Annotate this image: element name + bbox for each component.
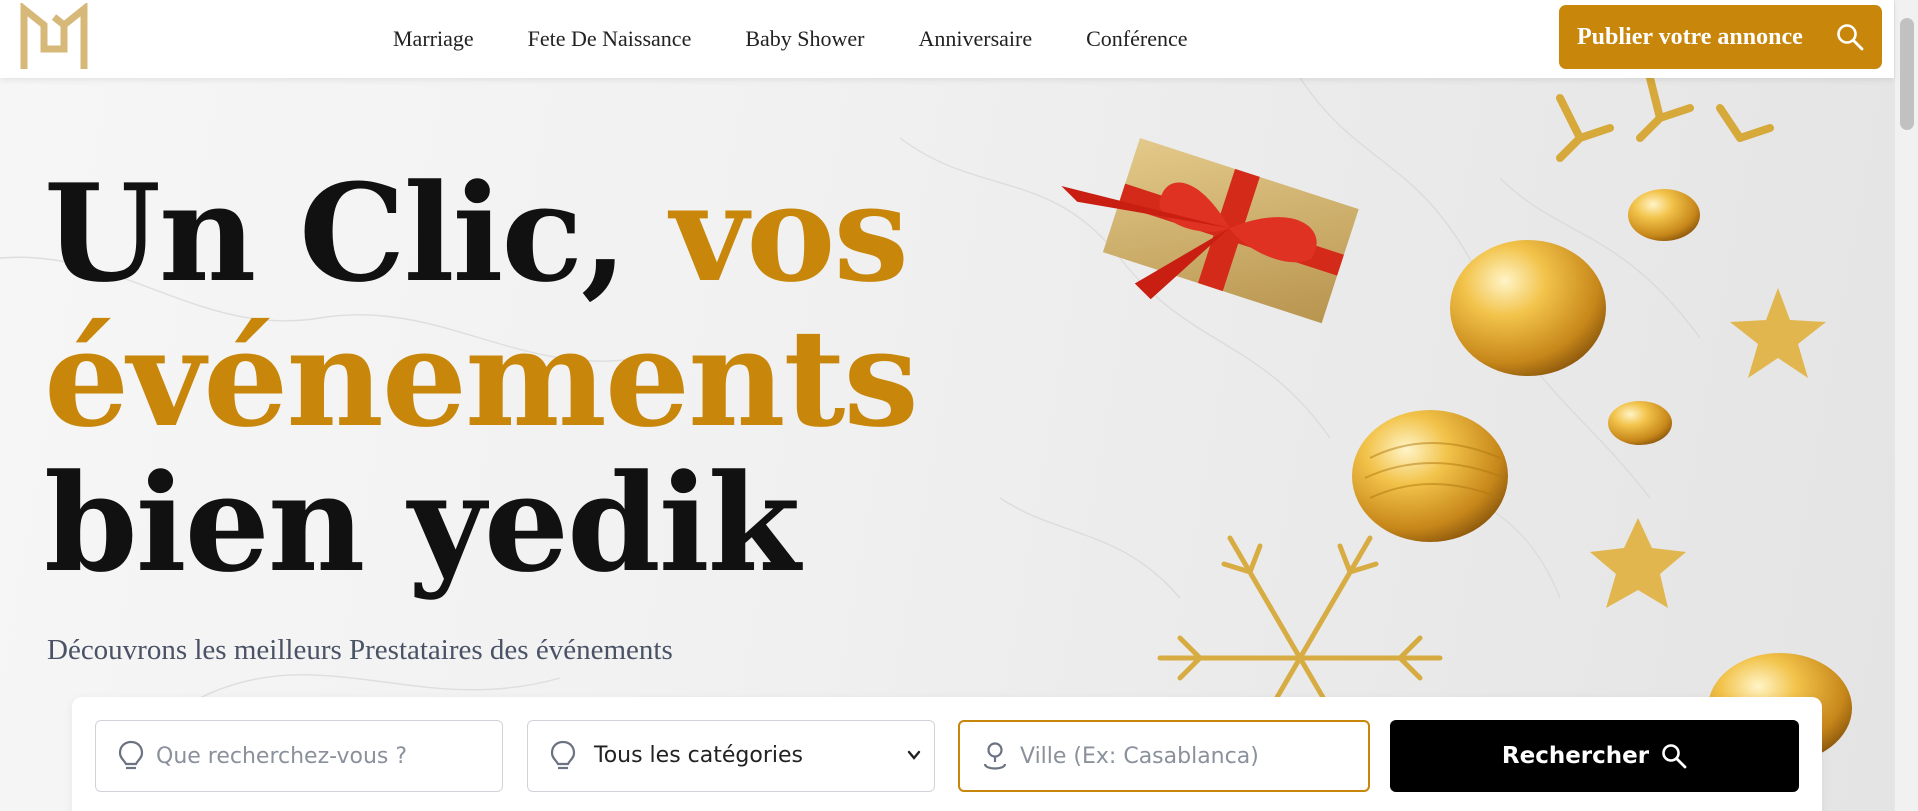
headline-part-1: Un Clic, xyxy=(44,154,671,312)
search-query-field xyxy=(95,720,503,792)
lightbulb-icon xyxy=(550,740,576,770)
search-query-input[interactable] xyxy=(96,721,502,791)
chevron-down-icon xyxy=(907,750,921,760)
brand-logo-icon[interactable] xyxy=(20,3,88,71)
nav-link-fete-de-naissance[interactable]: Fete De Naissance xyxy=(528,26,692,52)
nav-link-baby-shower[interactable]: Baby Shower xyxy=(745,26,864,52)
city-input[interactable] xyxy=(960,722,1368,790)
hero-subtitle: Découvrons les meilleurs Prestataires de… xyxy=(47,634,673,666)
page-scrollbar[interactable] xyxy=(1894,0,1918,811)
search-icon xyxy=(1662,744,1687,769)
publish-ad-label: Publier votre annonce xyxy=(1577,23,1803,50)
city-field xyxy=(958,720,1370,792)
location-pin-icon xyxy=(983,742,1007,770)
category-select-value: Tous les catégories xyxy=(594,743,803,768)
main-nav: Marriage Fete De Naissance Baby Shower A… xyxy=(393,0,1242,78)
publish-ad-button[interactable]: Publier votre annonce xyxy=(1559,5,1882,69)
search-button[interactable]: Rechercher xyxy=(1390,720,1799,792)
category-select[interactable]: Tous les catégories xyxy=(527,720,935,792)
search-panel: Tous les catégories Rechercher xyxy=(72,697,1822,811)
lightbulb-icon xyxy=(118,740,144,770)
scrollbar-thumb[interactable] xyxy=(1900,18,1914,130)
search-icon xyxy=(1837,24,1864,51)
nav-link-conference[interactable]: Conférence xyxy=(1086,26,1187,52)
nav-link-marriage[interactable]: Marriage xyxy=(393,26,474,52)
top-navbar: Marriage Fete De Naissance Baby Shower A… xyxy=(0,0,1894,78)
nav-link-anniversaire[interactable]: Anniversaire xyxy=(919,26,1033,52)
headline-part-3: bien yedik xyxy=(44,444,800,602)
search-button-label: Rechercher xyxy=(1501,743,1650,769)
hero-headline: Un Clic, vos événements bien yedik xyxy=(44,161,1244,596)
